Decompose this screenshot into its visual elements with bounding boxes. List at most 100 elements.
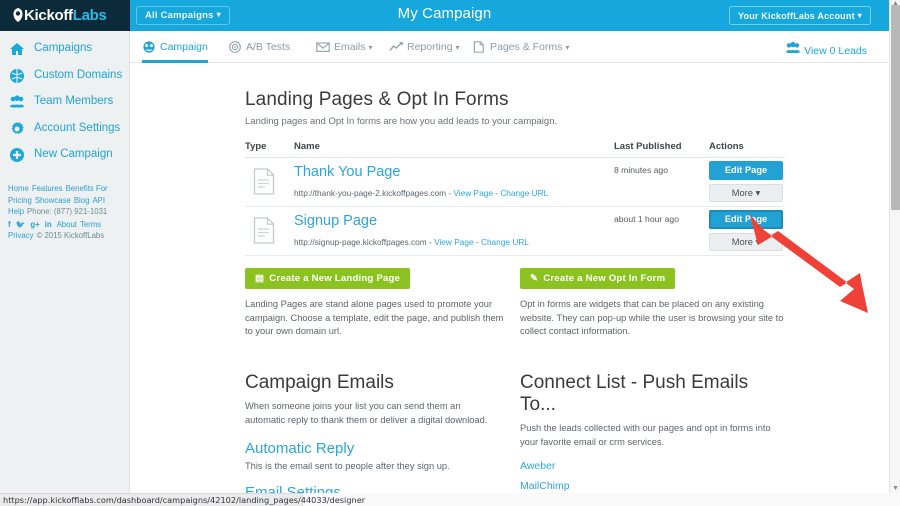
campaign-emails-section: Campaign Emails When someone joins your …: [245, 372, 503, 506]
page-name-link[interactable]: Signup Page: [294, 213, 377, 229]
footer-row-3: Help Phone: (877) 921-1031: [8, 206, 126, 218]
section-title: Landing Pages & Opt In Forms: [245, 89, 509, 110]
last-published-value: 8 minutes ago: [614, 165, 668, 175]
view-leads-link[interactable]: View 0 Leads: [785, 31, 867, 63]
chevron-down-icon: ▾: [368, 43, 373, 52]
sidebar-item-team-members[interactable]: Team Members: [0, 90, 129, 117]
section-subtitle: Landing pages and Opt In forms are how y…: [245, 116, 558, 127]
sidebar-item-label: New Campaign: [34, 148, 113, 160]
table-header: Type Name Last Published Actions: [245, 141, 785, 158]
footer-row-5: Privacy © 2015 KickoffLabs: [8, 230, 126, 242]
connect-list-title: Connect List - Push Emails To...: [520, 372, 749, 415]
plus-circle-icon: [9, 147, 25, 163]
column-header-type: Type: [245, 141, 267, 152]
chart-icon: [389, 41, 403, 53]
envelope-icon: [316, 41, 330, 53]
footer-row-4: f 🐦 g+ in About Terms: [8, 219, 126, 231]
footer-link-showcase[interactable]: Showcase: [35, 196, 71, 205]
chevron-down-icon: ▾: [565, 43, 570, 52]
chevron-down-icon: ▾: [755, 237, 761, 247]
scroll-down-arrow-icon[interactable]: ▼: [892, 485, 899, 492]
footer-link-about[interactable]: About: [57, 220, 77, 229]
vertical-scrollbar[interactable]: ▲ ▼: [889, 0, 900, 493]
globe-icon: [9, 68, 25, 84]
sidebar-item-account-settings[interactable]: Account Settings: [0, 117, 129, 144]
create-landing-page-description: Landing Pages are stand alone pages used…: [245, 299, 504, 336]
page-url-row: http://thank-you-page-2.kickoffpages.com…: [294, 188, 548, 198]
view-page-link[interactable]: View Page: [453, 188, 493, 198]
edit-page-button[interactable]: Edit Page: [709, 161, 783, 180]
home-icon: [9, 41, 25, 57]
pencil-square-icon: ✎: [530, 273, 539, 284]
page-icon: [472, 41, 486, 53]
view-leads-label: View 0 Leads: [804, 45, 867, 57]
tab-label: Pages & Forms: [490, 41, 563, 53]
scrollbar-thumb[interactable]: [891, 5, 900, 210]
status-bar-url: https://app.kickofflabs.com/dashboard/ca…: [0, 493, 365, 506]
footer-link-help[interactable]: Help: [8, 207, 24, 216]
sidebar-item-label: Campaigns: [34, 42, 93, 54]
twitter-icon[interactable]: 🐦: [16, 220, 26, 229]
change-url-link[interactable]: Change URL: [481, 237, 529, 247]
footer-link-blog[interactable]: Blog: [74, 196, 90, 205]
main-content: Landing Pages & Opt In Forms Landing pag…: [130, 63, 889, 506]
footer-phone: Phone: (877) 921-1031: [27, 207, 108, 216]
campaign-emails-title: Campaign Emails: [245, 372, 394, 393]
account-dropdown-label: Your KickoffLabs Account: [737, 11, 855, 21]
more-label: More: [731, 188, 753, 198]
chevron-down-icon: ▾: [755, 188, 761, 198]
create-optin-form-description: Opt in forms are widgets that can be pla…: [520, 299, 784, 336]
footer-link-benefits-for[interactable]: Benefits For: [66, 184, 108, 193]
gplus-icon[interactable]: g+: [30, 220, 39, 229]
browser-viewport: KickoffLabs All Campaigns ▾ My Campaign Y…: [0, 0, 900, 506]
page-url-row: http://signup-page.kickoffpages.com - Vi…: [294, 237, 529, 247]
linkedin-icon[interactable]: in: [45, 220, 52, 229]
tab-emails[interactable]: Emails ▾: [316, 31, 373, 63]
gear-icon: [9, 121, 25, 137]
page-url: http://signup-page.kickoffpages.com: [294, 237, 427, 247]
document-icon: [253, 217, 275, 244]
tab-label: Campaign: [160, 41, 208, 53]
footer-link-pricing[interactable]: Pricing: [8, 196, 32, 205]
service-link-aweber[interactable]: Aweber: [520, 460, 788, 472]
view-page-link[interactable]: View Page: [434, 237, 474, 247]
connect-list-section: Connect List - Push Emails To... Push th…: [520, 372, 788, 506]
chevron-down-icon: ▾: [455, 43, 460, 52]
sidebar-item-new-campaign[interactable]: New Campaign: [0, 143, 129, 170]
top-navigation-bar: KickoffLabs All Campaigns ▾ My Campaign Y…: [0, 0, 889, 31]
footer-link-terms[interactable]: Terms: [80, 220, 101, 229]
create-optin-form-button[interactable]: ✎ Create a New Opt In Form: [520, 268, 676, 289]
chevron-down-icon: ▾: [857, 11, 862, 20]
account-dropdown[interactable]: Your KickoffLabs Account ▾: [728, 6, 871, 25]
page-name-link[interactable]: Thank You Page: [294, 164, 400, 180]
table-row: Thank You Page http://thank-you-page-2.k…: [245, 158, 785, 207]
footer-link-privacy[interactable]: Privacy: [8, 231, 34, 240]
more-dropdown-button[interactable]: More ▾: [709, 184, 783, 202]
footer-link-api[interactable]: API: [92, 196, 105, 205]
automatic-reply-link[interactable]: Automatic Reply: [245, 440, 503, 457]
tab-campaign[interactable]: Campaign: [142, 31, 208, 63]
edit-page-button[interactable]: Edit Page: [709, 210, 783, 229]
connect-list-description: Push the leads collected with our pages …: [520, 423, 771, 447]
tab-pages-and-forms[interactable]: Pages & Forms ▾: [472, 31, 569, 63]
campaign-emails-description: When someone joins your list you can sen…: [245, 401, 488, 425]
footer-link-home[interactable]: Home: [8, 184, 29, 193]
tab-reporting[interactable]: Reporting ▾: [389, 31, 460, 63]
footer-link-features[interactable]: Features: [32, 184, 63, 193]
page-plus-icon: ▤: [255, 273, 265, 284]
create-landing-page-button[interactable]: ▤ Create a New Landing Page: [245, 268, 411, 289]
page-url: http://thank-you-page-2.kickoffpages.com: [294, 188, 447, 198]
sidebar-item-custom-domains[interactable]: Custom Domains: [0, 64, 129, 91]
sidebar-item-campaigns[interactable]: Campaigns: [0, 37, 129, 64]
facebook-icon[interactable]: f: [8, 220, 11, 229]
more-label: More: [731, 237, 753, 247]
sidebar-item-label: Custom Domains: [34, 68, 123, 81]
more-dropdown-button[interactable]: More ▾: [709, 233, 783, 251]
tab-ab-tests[interactable]: A/B Tests: [228, 31, 290, 63]
create-landing-page-label: Create a New Landing Page: [269, 273, 401, 284]
service-link-mailchimp[interactable]: MailChimp: [520, 480, 788, 492]
users-icon: [9, 94, 25, 110]
target-icon: [228, 41, 242, 53]
change-url-link[interactable]: Change URL: [500, 188, 548, 198]
sidebar-item-label: Account Settings: [34, 121, 121, 134]
